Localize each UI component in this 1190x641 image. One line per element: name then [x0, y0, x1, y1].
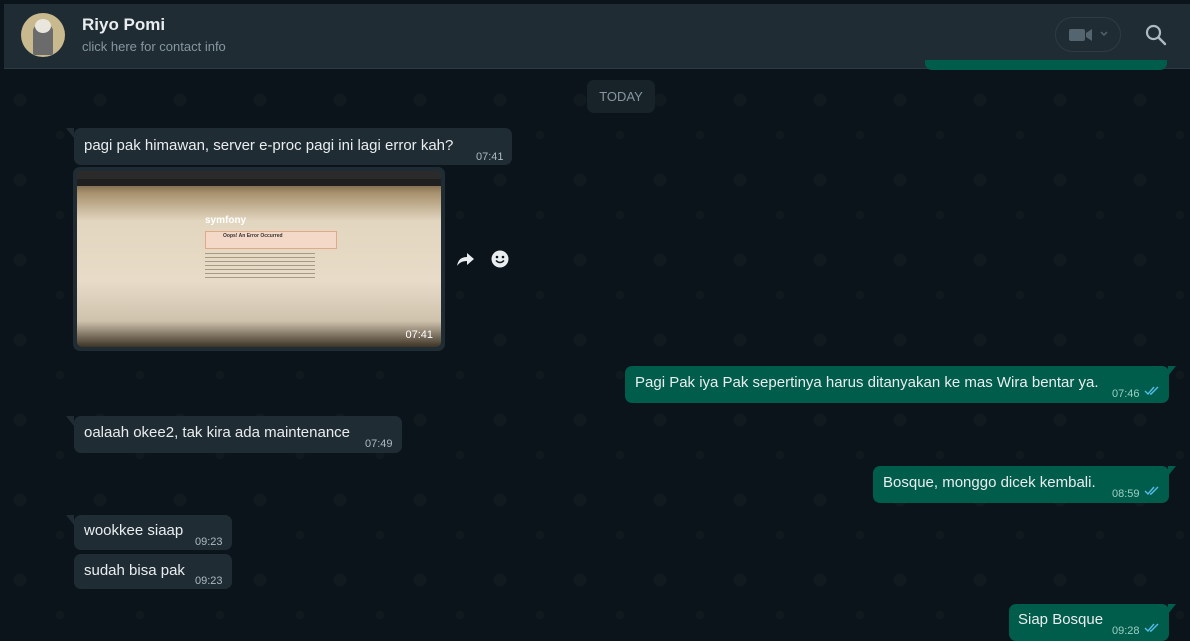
search-button[interactable] [1144, 23, 1170, 49]
message-time: 09:23 [195, 575, 223, 587]
bubble-tail [1168, 466, 1176, 476]
chevron-down-icon [1100, 31, 1108, 36]
message-incoming[interactable]: sudah bisa pak 09:23 [74, 554, 232, 589]
video-camera-icon [1069, 29, 1092, 41]
message-time: 07:41 [405, 329, 433, 341]
forward-button[interactable] [452, 245, 480, 273]
bubble-tail [66, 416, 74, 426]
message-image[interactable]: symfony Oops! An Error Occurred 07:41 [73, 167, 445, 351]
day-separator: TODAY [587, 80, 655, 113]
previous-outgoing-bubble [925, 60, 1167, 70]
message-text: Bosque, monggo dicek kembali. [883, 474, 1096, 491]
message-outgoing[interactable]: Pagi Pak iya Pak sepertinya harus ditany… [625, 366, 1169, 403]
message-time: 08:59 [1112, 488, 1140, 500]
message-outgoing[interactable]: Bosque, monggo dicek kembali. 08:59 [873, 466, 1169, 503]
message-time: 07:41 [476, 151, 504, 163]
message-time: 07:49 [365, 438, 393, 450]
message-text: Pagi Pak iya Pak sepertinya harus ditany… [635, 374, 1099, 391]
search-icon [1145, 24, 1167, 46]
message-time: 09:23 [195, 536, 223, 548]
forward-icon [457, 253, 474, 266]
video-call-button[interactable] [1055, 17, 1121, 52]
message-outgoing[interactable]: Siap Bosque 09:28 [1009, 604, 1169, 641]
bubble-tail [66, 515, 74, 525]
contact-info-hint[interactable]: click here for contact info [82, 39, 226, 54]
message-text: oalaah okee2, tak kira ada maintenance [84, 424, 351, 441]
read-receipt-icon [1144, 623, 1159, 633]
image-error-title: Oops! An Error Occurred [223, 233, 283, 239]
read-receipt-icon [1144, 386, 1159, 396]
message-incoming[interactable]: wookkee siaap 09:23 [74, 515, 232, 550]
screenshot-image[interactable]: symfony Oops! An Error Occurred 07:41 [77, 171, 441, 347]
message-time: 07:46 [1112, 388, 1140, 400]
read-receipt-icon [1144, 486, 1159, 496]
message-text: wookkee siaap [84, 522, 184, 539]
message-time: 09:28 [1112, 625, 1140, 637]
react-button[interactable] [486, 245, 514, 273]
message-text: sudah bisa pak [84, 562, 185, 579]
bubble-tail [1168, 366, 1176, 376]
message-text: Siap Bosque [1018, 611, 1104, 628]
message-incoming[interactable]: oalaah okee2, tak kira ada maintenance 0… [74, 416, 402, 453]
message-text: pagi pak himawan, server e-proc pagi ini… [84, 137, 454, 154]
bubble-tail [1168, 604, 1176, 614]
message-incoming[interactable]: pagi pak himawan, server e-proc pagi ini… [74, 128, 512, 165]
bubble-tail [66, 128, 74, 138]
emoji-icon [491, 250, 509, 268]
contact-name[interactable]: Riyo Pomi [82, 15, 165, 35]
image-logo-text: symfony [205, 215, 247, 226]
avatar[interactable] [21, 13, 65, 57]
